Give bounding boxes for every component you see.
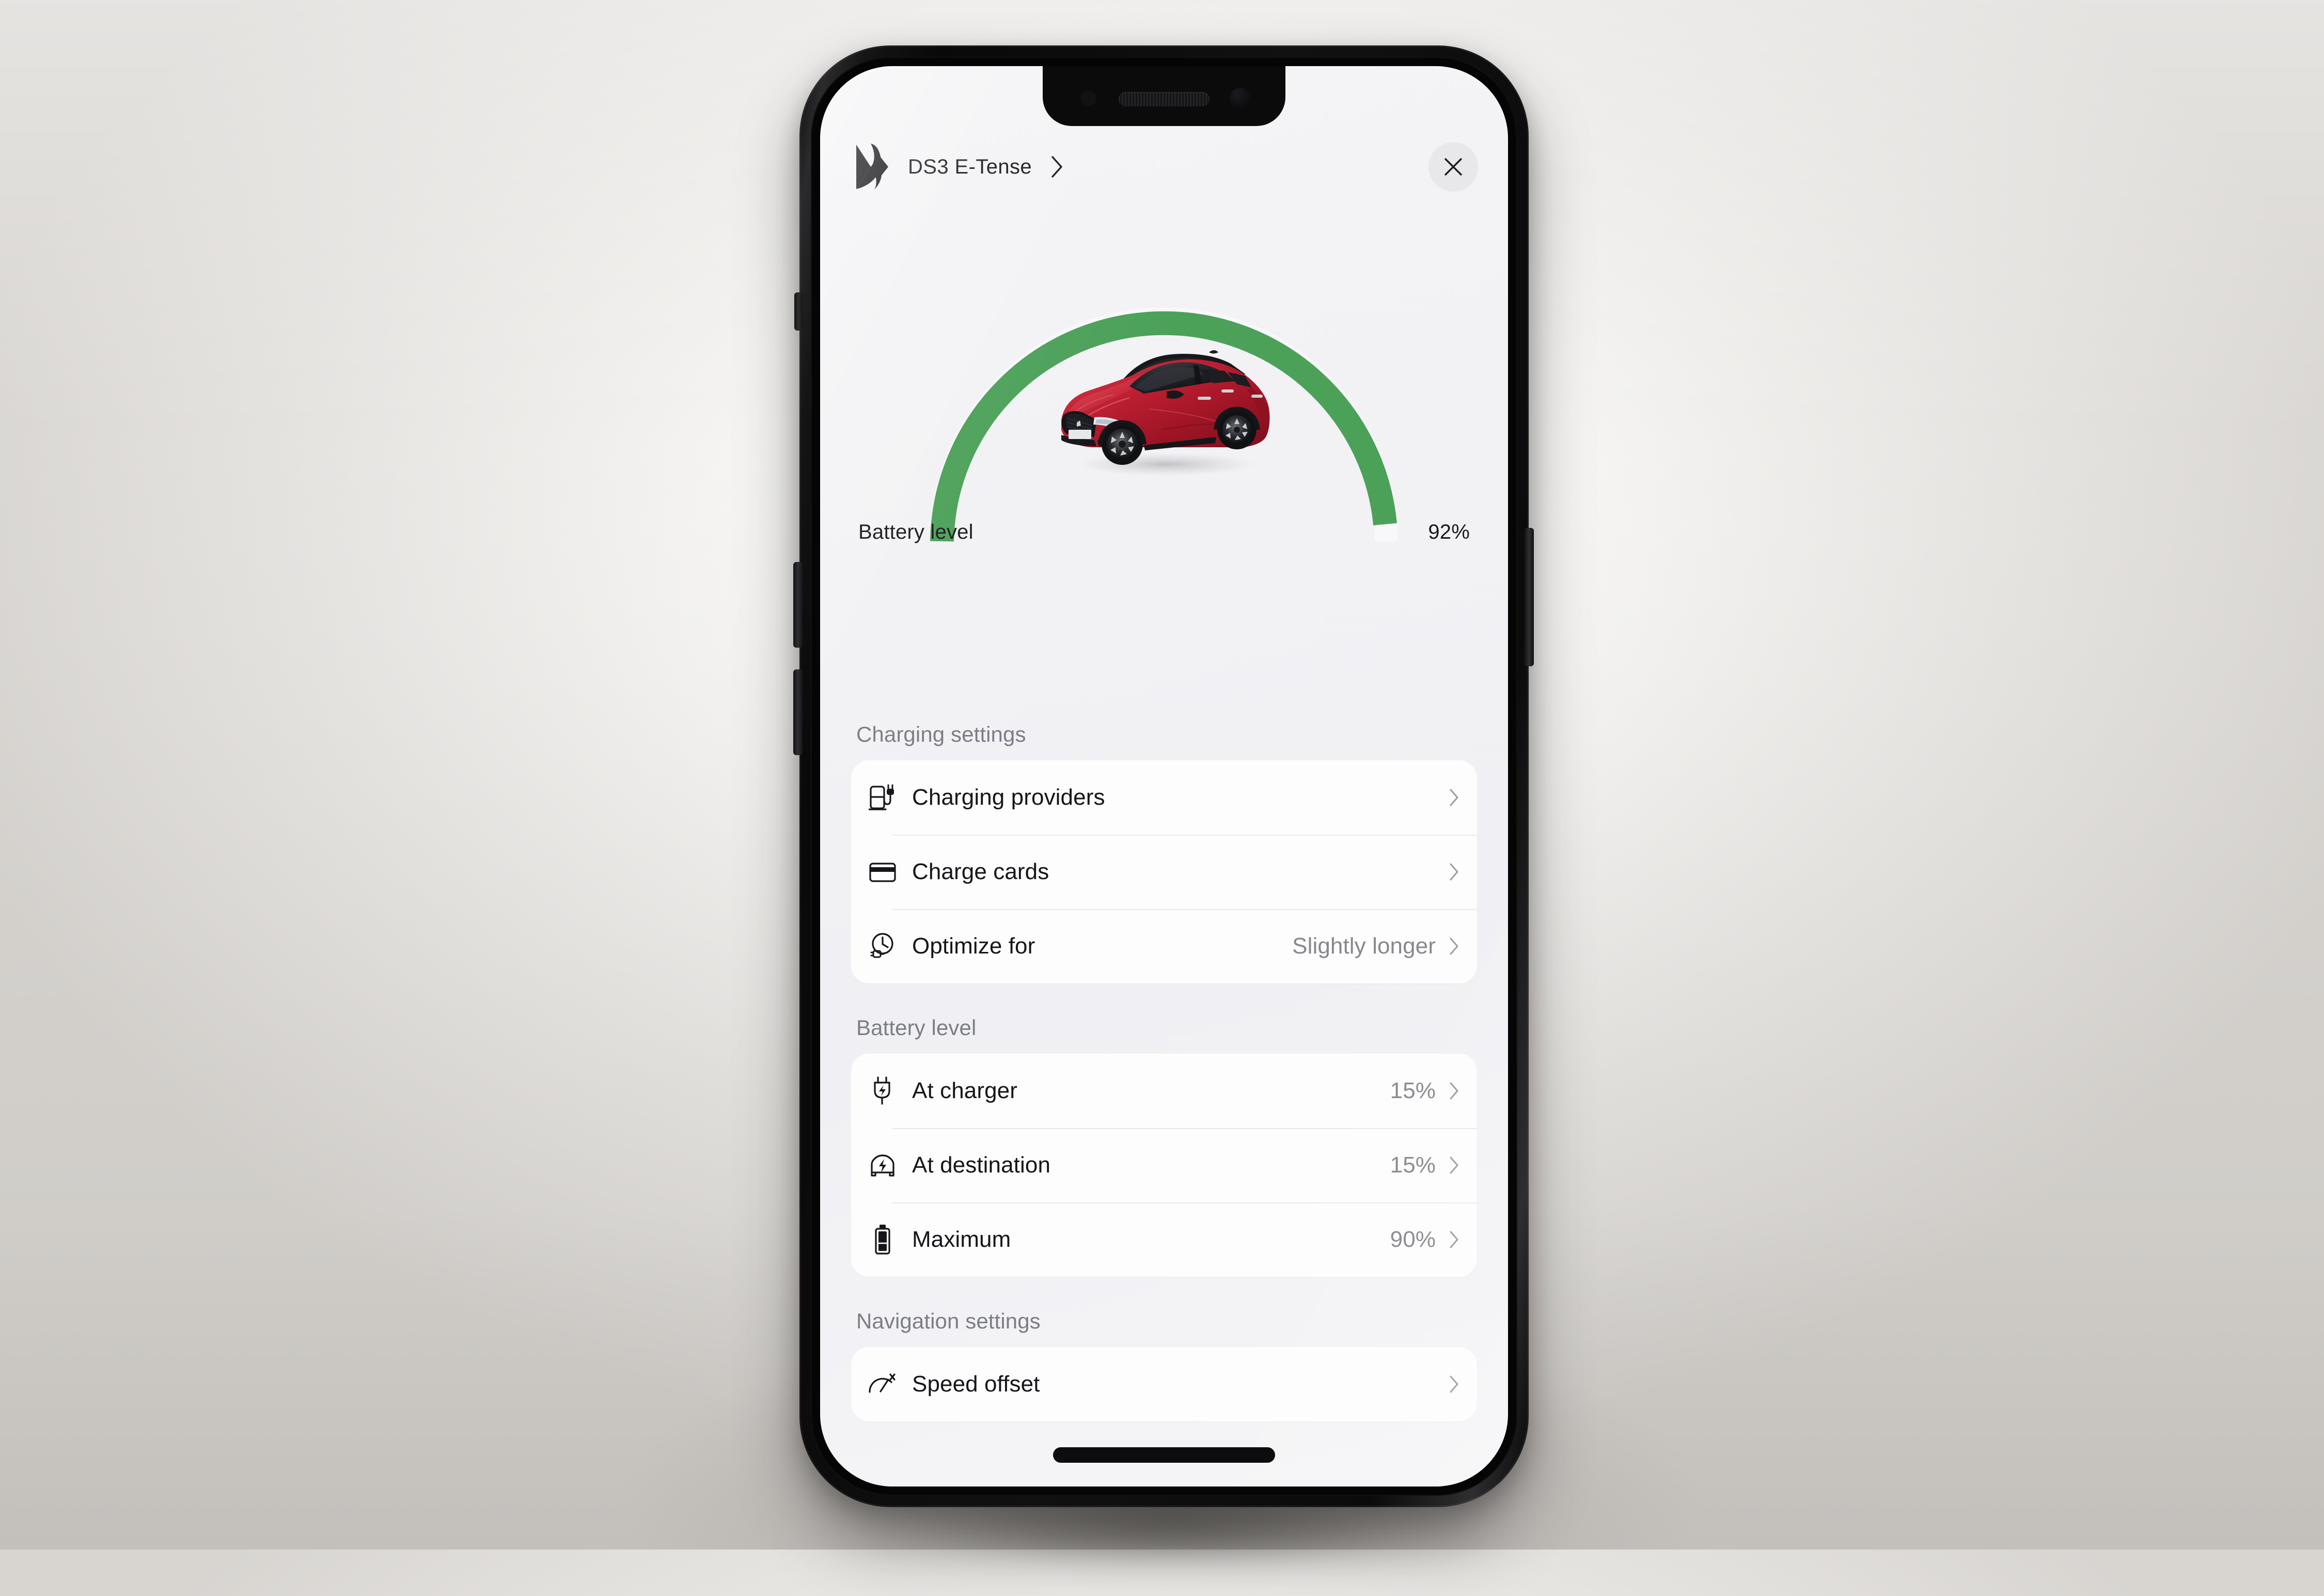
phone-device: DS3 E-Tense Battery level 92% Charging s… <box>799 45 1529 1507</box>
row-charge-cards[interactable]: Charge cards <box>851 835 1477 909</box>
plug-bolt-icon <box>867 1075 899 1106</box>
phone-notch <box>1043 66 1285 126</box>
battery-gauge-legend: Battery level 92% <box>858 521 1470 544</box>
section-header-charging-settings: Charging settings <box>856 722 1026 746</box>
close-button[interactable] <box>1428 142 1478 192</box>
chevron-right-icon <box>1450 789 1458 806</box>
phone-screen: DS3 E-Tense Battery level 92% Charging s… <box>820 66 1508 1487</box>
speedometer-icon <box>867 1372 899 1396</box>
row-value: 15% <box>1390 1152 1436 1178</box>
silent-switch-button[interactable] <box>794 292 803 331</box>
row-label: Optimize for <box>912 933 1035 959</box>
ds-automobiles-logo <box>856 144 888 190</box>
row-speed-offset[interactable]: Speed offset <box>851 1347 1477 1421</box>
row-maximum[interactable]: Maximum 90% <box>851 1202 1477 1277</box>
chevron-right-icon <box>1450 1375 1458 1393</box>
section-header-navigation-settings: Navigation settings <box>856 1309 1041 1333</box>
close-icon <box>1444 158 1462 176</box>
section-header-battery-level: Battery level <box>856 1015 977 1040</box>
charging-station-icon <box>867 783 899 812</box>
proximity-sensor-icon <box>1081 91 1096 106</box>
row-value: 90% <box>1390 1227 1436 1252</box>
settings-list: Charging settings Charging providers Cha… <box>820 722 1508 1487</box>
row-label: Charge cards <box>912 859 1049 884</box>
row-label: Speed offset <box>912 1371 1040 1397</box>
chevron-right-icon <box>1450 1082 1458 1100</box>
chevron-right-icon <box>1450 937 1458 955</box>
row-label: Charging providers <box>912 785 1105 810</box>
row-label: At charger <box>912 1078 1017 1103</box>
battery-gauge-label: Battery level <box>858 521 973 543</box>
chevron-right-icon <box>1450 1156 1458 1174</box>
chevron-right-icon <box>1450 863 1458 881</box>
volume-down-button[interactable] <box>793 562 803 648</box>
row-value: Slightly longer <box>1292 933 1436 959</box>
row-value: 15% <box>1390 1078 1436 1103</box>
vehicle-image <box>1061 350 1270 476</box>
clock-plug-icon <box>867 931 899 961</box>
front-camera-icon <box>1230 88 1251 109</box>
battery-gauge: Battery level 92% <box>820 221 1508 676</box>
row-label: Maximum <box>912 1227 1011 1252</box>
row-at-charger[interactable]: At charger 15% <box>851 1054 1477 1128</box>
row-charging-providers[interactable]: Charging providers <box>851 760 1477 835</box>
home-indicator[interactable] <box>1053 1447 1275 1463</box>
row-label: At destination <box>912 1152 1051 1178</box>
row-optimize-for[interactable]: Optimize for Slightly longer <box>851 909 1477 983</box>
chevron-right-icon <box>1450 1231 1458 1248</box>
app-screen: DS3 E-Tense Battery level 92% Charging s… <box>820 66 1508 1487</box>
app-header: DS3 E-Tense <box>820 133 1508 200</box>
earpiece-speaker-icon <box>1119 92 1210 106</box>
card-charging-settings: Charging providers Charge cards Optimize… <box>851 760 1477 983</box>
row-at-destination[interactable]: At destination 15% <box>851 1128 1477 1202</box>
card-navigation-settings: Speed offset <box>851 1347 1477 1421</box>
vehicle-model-name: DS3 E-Tense <box>908 155 1032 178</box>
car-bolt-icon <box>867 1153 899 1178</box>
battery-gauge-value: 92% <box>1428 521 1470 543</box>
battery-icon <box>867 1224 899 1256</box>
volume-up-button[interactable] <box>793 669 803 755</box>
power-button[interactable] <box>1525 528 1534 666</box>
card-battery-level: At charger 15% At destination 15% Maximu… <box>851 1054 1477 1277</box>
credit-card-icon <box>867 860 899 883</box>
chevron-right-icon <box>1051 156 1062 178</box>
vehicle-selector[interactable]: DS3 E-Tense <box>855 143 1064 191</box>
